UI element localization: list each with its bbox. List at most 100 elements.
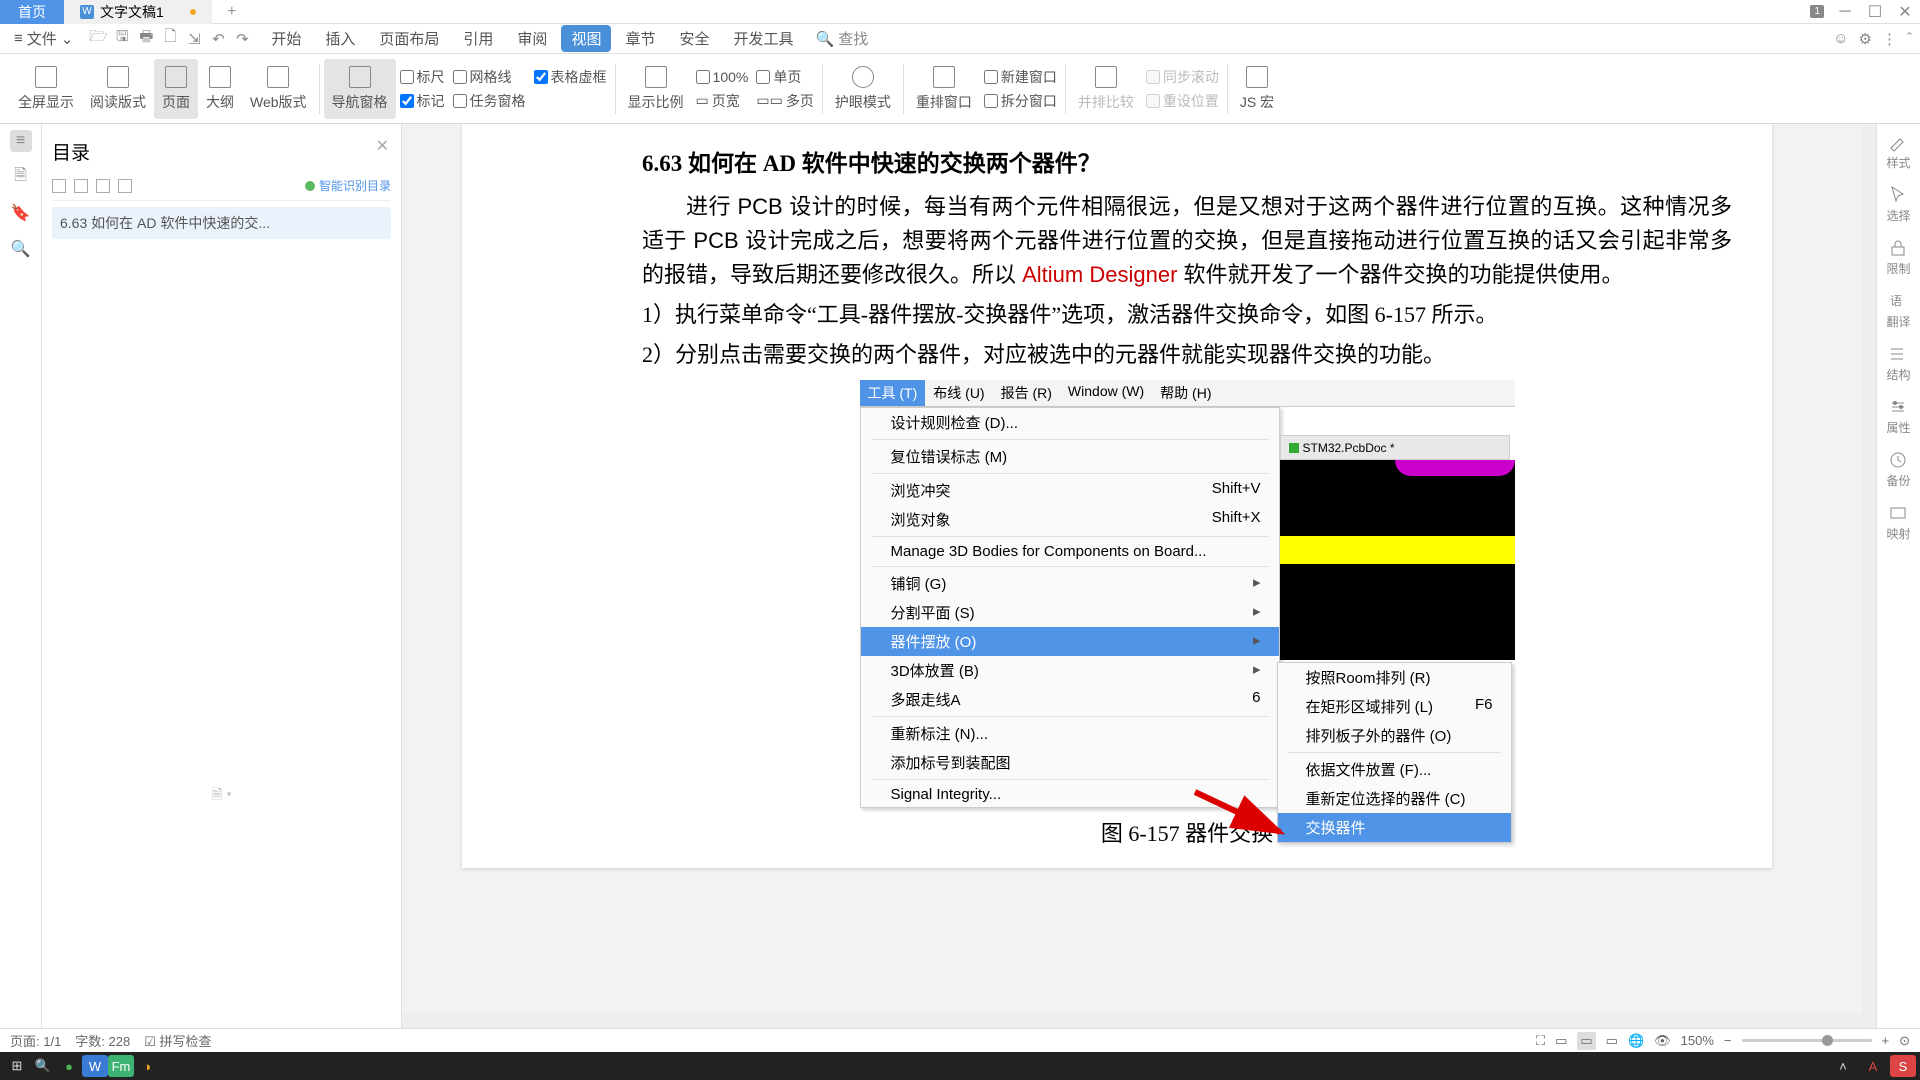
eyecare-button[interactable]: 护眼模式 [827,59,899,119]
settings-icon[interactable]: ⚙ [1859,30,1872,48]
fullscreen-button[interactable]: 全屏显示 [10,59,82,119]
rb-property[interactable]: 属性 [1886,397,1910,436]
rb-structure[interactable]: 结构 [1886,344,1910,383]
insert-placeholder-icon[interactable]: 🗎 ▾ [211,784,231,808]
zoom-out-button[interactable]: − [1724,1033,1732,1048]
outline-button[interactable]: 大纲 [198,59,242,119]
tab-add-button[interactable]: + [222,2,242,22]
collapse-ribbon-icon[interactable]: ˆ [1907,30,1912,47]
rearrange-icon [933,66,955,88]
undo-icon[interactable]: ↶ [209,30,227,48]
redo-icon[interactable]: ↷ [233,30,251,48]
zoom-knob[interactable] [1822,1035,1833,1046]
status-page[interactable]: 页面: 1/1 [10,1031,61,1050]
menu-review[interactable]: 审阅 [507,25,557,52]
rb-mapping[interactable]: 映射 [1886,503,1910,542]
web-button[interactable]: Web版式 [242,59,315,119]
taskbar-search-icon[interactable]: 🔍 [30,1055,56,1077]
compare-icon [1095,66,1117,88]
toc-entry[interactable]: 6.63 如何在 AD 软件中快速的交... [52,207,391,239]
bookmark-icon[interactable]: 🔖 [10,202,32,224]
ratio-button[interactable]: 显示比例 [620,59,692,119]
readmode-status-icon[interactable]: 👁 [1654,1033,1671,1049]
fullscreen-status-icon[interactable]: ⛶ [1536,1033,1545,1049]
menu-chapter[interactable]: 章节 [615,25,665,52]
status-spell[interactable]: ☑ 拼写检查 [144,1031,211,1050]
pagemode-button[interactable]: 页面 [154,59,198,119]
print-icon[interactable]: 🖶 [137,30,155,48]
tray-a-icon[interactable]: A [1860,1055,1886,1077]
menu-view[interactable]: 视图 [561,25,611,52]
layout3-icon[interactable]: ▭ [1606,1033,1618,1049]
export-icon[interactable]: ⇲ [185,30,203,48]
menu-pagelayout[interactable]: 页面布局 [369,25,449,52]
zoom-in-button[interactable]: + [1882,1033,1890,1048]
grid-check[interactable]: 网格线 [453,66,526,88]
pages-icon[interactable]: 🗎 [10,166,32,188]
rb-select[interactable]: 选择 [1886,185,1910,224]
wps-taskbar-icon[interactable]: W [82,1055,108,1077]
vertical-scrollbar[interactable] [1862,124,1876,1028]
maximize-button[interactable]: ☐ [1860,2,1890,22]
chrome-icon[interactable]: ● [56,1055,82,1077]
ruler-check[interactable]: 标尺 [400,66,445,88]
newwin-check[interactable]: 新建窗口 [984,66,1057,88]
status-words[interactable]: 字数: 228 [75,1031,130,1050]
zoom-label[interactable]: 150% [1681,1033,1714,1048]
minimize-button[interactable]: ─ [1830,2,1860,22]
multipage-button[interactable]: ▭▭多页 [756,90,813,112]
fm-taskbar-icon[interactable]: Fm [108,1055,134,1077]
menu-devtools[interactable]: 开发工具 [723,25,803,52]
rb-translate[interactable]: 语翻译 [1886,291,1910,330]
pagew-button[interactable]: ▭页宽 [696,90,749,112]
rb-backup[interactable]: 备份 [1886,450,1910,489]
taskpane-check[interactable]: 任务窗格 [453,90,526,112]
virtual-check[interactable]: 表格虚框 [534,66,607,88]
app-taskbar-icon[interactable]: ◑ [134,1055,160,1077]
menu-start[interactable]: 开始 [261,25,311,52]
layout1-icon[interactable]: ▭ [1555,1033,1567,1049]
rearrange-button[interactable]: 重排窗口 [908,59,980,119]
toc-close-button[interactable]: ✕ [376,136,389,156]
horizontal-scrollbar[interactable] [402,1014,1862,1028]
tab-home[interactable]: 首页 [0,0,64,24]
kebab-icon[interactable]: ⋮ [1882,30,1897,48]
toc-level2-icon[interactable] [74,179,88,193]
save-icon[interactable]: 🖫 [113,30,131,48]
menu-ref[interactable]: 引用 [453,25,503,52]
toc-level4-icon[interactable] [118,179,132,193]
mark-check[interactable]: 标记 [400,90,445,112]
tray-chevron-icon[interactable]: ˄ [1830,1055,1856,1077]
zoom-slider[interactable] [1742,1039,1872,1042]
menu-search[interactable]: 🔍查找 [816,28,869,49]
file-menu[interactable]: ≡文件⌄ [8,26,79,51]
toc-smart-button[interactable]: 智能识别目录 [305,177,391,194]
100pct-check[interactable]: 100% [696,66,749,88]
figure-container: 工具 (T) 布线 (U) 报告 (R) Window (W) 帮助 (H) 设… [642,380,1732,808]
toc-icon[interactable]: ≡ [10,130,32,152]
window-count-badge: 1 [1810,5,1824,18]
splitwin-check[interactable]: 拆分窗口 [984,90,1057,112]
open-icon[interactable]: 🗁 [89,30,107,48]
feedback-icon[interactable]: ☺ [1833,30,1848,47]
zoom-fit-icon[interactable]: ⊙ [1899,1033,1910,1049]
rb-limit[interactable]: 限制 [1886,238,1910,277]
navgrid-button[interactable]: 导航窗格 [324,59,396,119]
close-button[interactable]: ✕ [1890,2,1920,22]
menu-insert[interactable]: 插入 [315,25,365,52]
find-icon[interactable]: 🔍 [10,238,32,260]
web-status-icon[interactable]: 🌐 [1628,1033,1644,1049]
rb-style[interactable]: 样式 [1886,132,1910,171]
start-icon[interactable]: ⊞ [4,1055,30,1077]
readmode-button[interactable]: 阅读版式 [82,59,154,119]
menu-security[interactable]: 安全 [669,25,719,52]
onepage-check[interactable]: 单页 [756,66,813,88]
toc-level3-icon[interactable] [96,179,110,193]
jsmacro-button[interactable]: JS 宏 [1232,59,1282,119]
web-icon [267,66,289,88]
tab-document[interactable]: W 文字文稿1 [64,0,212,24]
tray-ime-icon[interactable]: S [1890,1055,1916,1077]
toc-level1-icon[interactable] [52,179,66,193]
print-preview-icon[interactable]: 🗋 [161,30,179,48]
layout2-icon[interactable]: ▭ [1577,1032,1595,1050]
